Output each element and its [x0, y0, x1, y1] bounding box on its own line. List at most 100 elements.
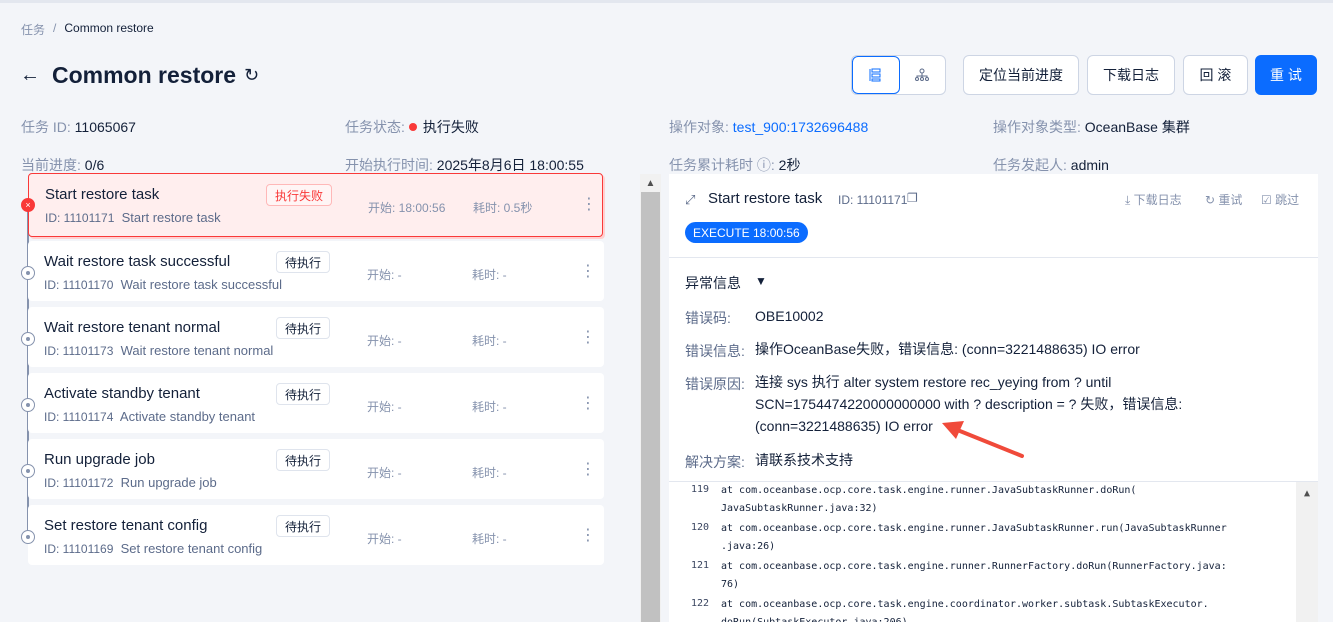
task-id: ID: 11101170 Wait restore task successfu… — [44, 277, 282, 292]
task-name: Wait restore tenant normal — [44, 319, 221, 336]
breadcrumb-current: Common restore — [64, 21, 154, 35]
scroll-up-icon[interactable]: ▲ — [640, 174, 661, 192]
task-id: ID: 11101174 Activate standby tenant — [44, 409, 256, 424]
task-id-info: 任务 ID: 11065067 — [21, 117, 136, 137]
start-time-label: 开始执行时间: — [345, 157, 433, 173]
task-status-info: 任务状态: 执行失败 — [345, 117, 479, 137]
list-view-icon[interactable] — [852, 56, 900, 94]
status-badge: 待执行 — [276, 449, 331, 471]
progress-info: 当前进度: 0/6 — [21, 155, 104, 175]
pending-node-icon — [21, 332, 35, 346]
top-divider — [0, 0, 1333, 3]
more-icon[interactable]: ⋮ — [581, 194, 597, 214]
title-row: ← Common restore ↻ — [20, 62, 259, 89]
elapsed-info: 任务累计耗时 ⓘ: 2秒 — [669, 155, 800, 175]
target-type-value: OceanBase 集群 — [1084, 119, 1190, 135]
task-start: 开始: - — [367, 532, 402, 546]
task-start: 开始: 18:00:56 — [368, 201, 446, 215]
task-name: Wait restore task successful — [44, 253, 231, 270]
more-icon[interactable]: ⋮ — [580, 393, 596, 413]
locate-progress-button[interactable]: 定位当前进度 — [963, 55, 1079, 95]
initiator-label: 任务发起人: — [993, 157, 1067, 173]
fail-node-icon: × — [21, 198, 35, 212]
task-item[interactable]: Wait restore tenant normal ID: 11101173 … — [28, 307, 604, 367]
task-item[interactable]: Run upgrade job ID: 11101172 Run upgrade… — [28, 439, 604, 499]
detail-title: Start restore task — [708, 190, 823, 207]
more-icon[interactable]: ⋮ — [580, 525, 596, 545]
detail-retry-button[interactable]: ↻ 重试 — [1205, 191, 1242, 208]
task-item[interactable]: Activate standby tenant ID: 11101174 Act… — [28, 373, 604, 433]
detail-header: ⤢ Start restore task ID: 11101171 ❐ ⤓ 下载… — [669, 174, 1318, 258]
task-start: 开始: - — [367, 334, 402, 348]
target-type-label: 操作对象类型: — [993, 119, 1081, 135]
breadcrumb-root[interactable]: 任务 — [21, 21, 45, 38]
task-id: ID: 11101171 Start restore task — [45, 210, 221, 225]
solution-value: 请联系技术支持 — [755, 452, 853, 468]
back-arrow-icon[interactable]: ← — [20, 64, 42, 87]
error-message-value: 操作OceanBase失败，错误信息: (conn=3221488635) IO… — [755, 341, 1140, 357]
start-time-info: 开始执行时间: 2025年8月6日 18:00:55 — [345, 155, 584, 175]
task-duration: 耗时: - — [472, 466, 507, 480]
panel-scrollbar[interactable]: ▲ — [640, 174, 661, 622]
log-viewer[interactable]: 119 at com.oceanbase.ocp.core.task.engin… — [669, 481, 1318, 622]
detail-download-button[interactable]: ⤓ 下载日志 — [1125, 191, 1182, 208]
download-icon: ⤓ — [1125, 193, 1131, 207]
status-badge: 待执行 — [276, 515, 331, 537]
rollback-button[interactable]: 回 滚 — [1183, 55, 1248, 95]
task-duration: 耗时: - — [472, 400, 507, 414]
target-link[interactable]: test_900:1732696488 — [733, 119, 868, 135]
task-id: ID: 11101172 Run upgrade job — [44, 475, 217, 490]
execute-tag: EXECUTE 18:00:56 — [685, 222, 808, 243]
task-duration: 耗时: - — [472, 532, 507, 546]
status-badge: 待执行 — [276, 317, 331, 339]
task-item[interactable]: Wait restore task successful ID: 1110117… — [28, 241, 604, 301]
breadcrumb: 任务 / Common restore — [21, 21, 154, 38]
exception-section-title[interactable]: 异常信息 — [685, 273, 741, 293]
breadcrumb-separator: / — [53, 21, 57, 35]
detail-skip-button[interactable]: ☑ 跳过 — [1261, 191, 1299, 208]
collapse-icon[interactable]: ⤢ — [685, 192, 695, 208]
copy-icon[interactable]: ❐ — [907, 191, 918, 205]
task-item[interactable]: Start restore task ID: 11101171 Start re… — [28, 173, 603, 237]
log-scrollbar[interactable]: ▲ — [1296, 482, 1318, 622]
page-title: Common restore — [52, 62, 237, 88]
status-badge: 执行失败 — [266, 184, 333, 206]
progress-value: 0/6 — [84, 157, 105, 173]
more-icon[interactable]: ⋮ — [580, 261, 596, 281]
task-name: Run upgrade job — [44, 451, 155, 468]
task-detail-panel: ⤢ Start restore task ID: 11101171 ❐ ⤓ 下载… — [669, 174, 1318, 622]
detail-id: ID: 11101171 — [838, 193, 908, 207]
status-dot-icon — [408, 123, 417, 131]
elapsed-label: 任务累计耗时 — [669, 157, 753, 173]
scroll-thumb[interactable] — [641, 192, 660, 622]
log-scroll-up-icon[interactable]: ▲ — [1296, 484, 1318, 502]
task-duration: 耗时: 0.5秒 — [473, 201, 533, 215]
task-id: ID: 11101173 Wait restore tenant normal — [44, 343, 274, 358]
download-log-button[interactable]: 下载日志 — [1087, 55, 1175, 95]
error-message-label: 错误信息: — [685, 343, 745, 359]
refresh-icon[interactable]: ↻ — [244, 65, 259, 86]
pending-node-icon — [21, 266, 35, 280]
help-icon[interactable]: ⓘ: — [757, 157, 775, 173]
initiator-value: admin — [1070, 157, 1109, 173]
pending-node-icon — [21, 464, 35, 478]
annotation-arrow-icon — [942, 421, 1024, 458]
tree-view-icon[interactable] — [900, 56, 946, 94]
elapsed-value: 2秒 — [778, 157, 801, 173]
more-icon[interactable]: ⋮ — [580, 459, 596, 479]
error-cause-label: 错误原因: — [685, 376, 745, 392]
task-start: 开始: - — [367, 466, 402, 480]
status-badge: 待执行 — [276, 251, 331, 273]
target-type-info: 操作对象类型: OceanBase 集群 — [993, 117, 1190, 137]
solution-label: 解决方案: — [685, 454, 745, 470]
task-name: Activate standby tenant — [44, 385, 200, 402]
status-badge: 待执行 — [276, 383, 331, 405]
more-icon[interactable]: ⋮ — [580, 327, 596, 347]
error-code-value: OBE10002 — [755, 308, 824, 324]
task-item[interactable]: Set restore tenant config ID: 11101169 S… — [28, 505, 604, 565]
pending-node-icon — [21, 398, 35, 412]
view-toggle — [851, 55, 946, 95]
error-code-label: 错误码: — [685, 310, 731, 326]
caret-down-icon[interactable]: ▼ — [755, 274, 767, 288]
retry-button[interactable]: 重 试 — [1255, 55, 1317, 95]
